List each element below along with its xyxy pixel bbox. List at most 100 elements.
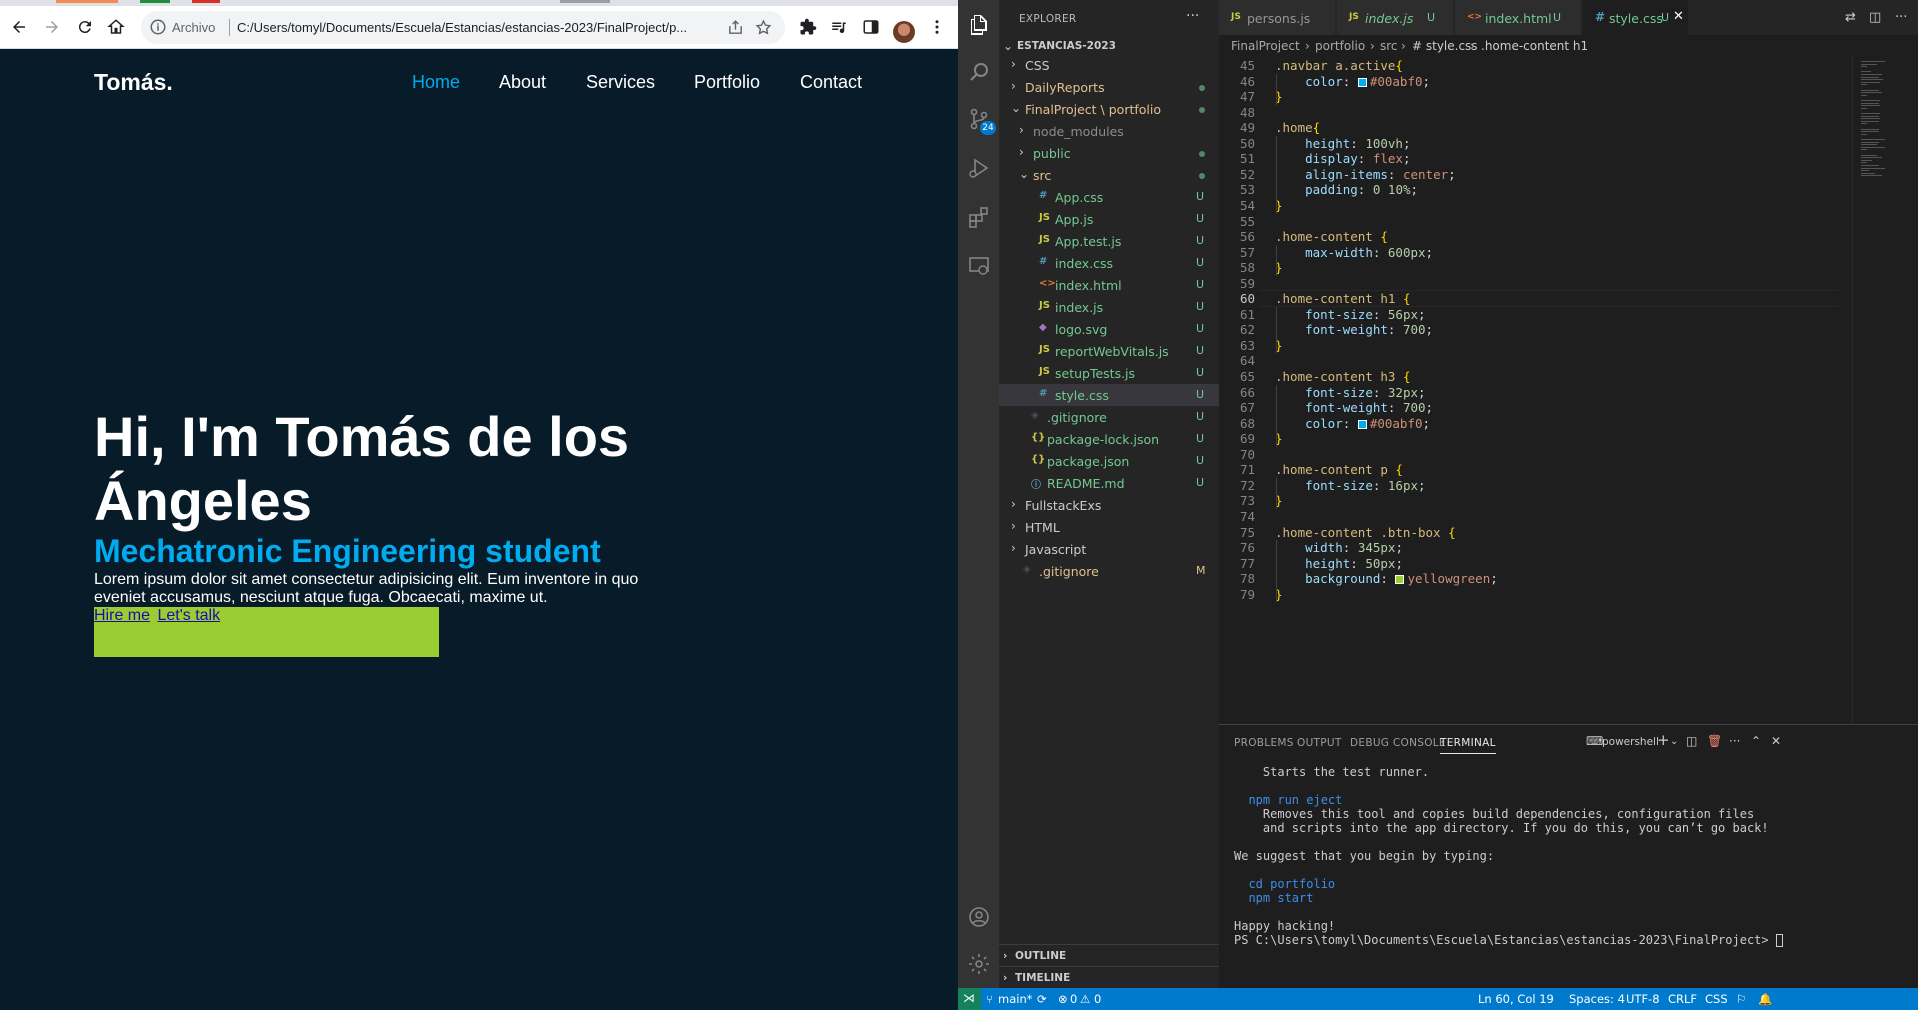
tree-item[interactable]: JS App.test.js U (999, 230, 1219, 252)
tree-item[interactable]: {} package.json U (999, 450, 1219, 472)
browser-tab-indicator[interactable] (560, 0, 610, 3)
tree-item[interactable]: ⌄ FinalProject \ portfolio (999, 98, 1219, 120)
nav-contact[interactable]: Contact (800, 72, 862, 93)
code-line[interactable]: font-weight: 700; (1275, 400, 1433, 415)
error-count[interactable]: 0 (1070, 992, 1077, 1006)
info-icon[interactable] (149, 18, 167, 36)
tab-terminal[interactable]: TERMINAL (1440, 737, 1496, 754)
tab-debug-console[interactable]: DEBUG CONSOLE (1350, 737, 1446, 749)
site-logo[interactable]: Tomás. (94, 69, 173, 96)
profile-avatar[interactable] (893, 21, 915, 43)
indentation[interactable]: Spaces: 4 (1569, 992, 1625, 1006)
tree-item[interactable]: JS setupTests.js U (999, 362, 1219, 384)
browser-tab-indicator[interactable] (56, 0, 118, 3)
tree-item[interactable]: › HTML (999, 516, 1219, 538)
browser-menu-button[interactable] (924, 14, 950, 40)
accounts-activity[interactable] (958, 895, 999, 939)
code-line[interactable]: font-size: 56px; (1275, 307, 1425, 322)
maximize-panel-icon[interactable]: ⌃ (1751, 734, 1761, 748)
breadcrumb-item[interactable]: # style.css (1412, 39, 1478, 53)
tree-item[interactable]: ◈ .gitignore U (999, 406, 1219, 428)
split-editor-icon[interactable]: ◫ (1869, 10, 1881, 25)
source-control-activity[interactable]: 24 (958, 97, 999, 141)
chevron-down-icon[interactable]: ⌄ (1670, 736, 1678, 747)
close-tab-icon[interactable]: ✕ (1673, 9, 1684, 24)
code-line[interactable]: font-weight: 700; (1275, 322, 1433, 337)
tab-problems[interactable]: PROBLEMS (1234, 737, 1294, 749)
nav-portfolio[interactable]: Portfolio (694, 72, 760, 93)
remote-explorer-activity[interactable] (958, 244, 999, 288)
compare-changes-icon[interactable]: ⇄ (1845, 10, 1856, 25)
code-line[interactable]: .home{ (1275, 120, 1320, 135)
media-button[interactable] (826, 14, 852, 40)
tree-item[interactable]: › Javascript (999, 538, 1219, 560)
breadcrumb-item[interactable]: portfolio (1315, 39, 1365, 53)
line-ending[interactable]: CRLF (1668, 992, 1697, 1006)
tree-item[interactable]: JS reportWebVitals.js U (999, 340, 1219, 362)
tree-item[interactable]: ⌄ src (999, 164, 1219, 186)
run-debug-activity[interactable] (958, 146, 999, 190)
minimap[interactable] (1852, 57, 1918, 724)
tree-item[interactable]: <> index.html U (999, 274, 1219, 296)
explorer-activity[interactable] (958, 3, 999, 47)
tree-item[interactable]: # App.css U (999, 186, 1219, 208)
code-line[interactable]: .home-content h1 { (1275, 291, 1410, 306)
home-button[interactable] (103, 14, 129, 40)
nav-about[interactable]: About (499, 72, 546, 93)
forward-button[interactable] (39, 14, 65, 40)
tree-item[interactable]: › FullstackExs (999, 494, 1219, 516)
nav-services[interactable]: Services (586, 72, 655, 93)
breadcrumb-symbol[interactable]: .home-content h1 (1481, 39, 1588, 53)
code-editor[interactable]: 45 .navbar a.active{46 color: #00abf0; 47}… (1219, 57, 1839, 724)
split-terminal-icon[interactable]: ◫ (1686, 734, 1697, 748)
tree-item[interactable]: ⓘ README.md U (999, 472, 1219, 494)
timeline-section[interactable]: › TIMELINE (999, 966, 1219, 988)
warning-count[interactable]: 0 (1094, 992, 1101, 1006)
color-swatch[interactable] (1357, 77, 1367, 87)
tree-item[interactable]: › public (999, 142, 1219, 164)
extensions-activity[interactable] (958, 195, 999, 239)
tree-item[interactable]: ◆ logo.svg U (999, 318, 1219, 340)
code-line[interactable]: background: yellowgreen; (1275, 571, 1498, 586)
cursor-position[interactable]: Ln 60, Col 19 (1478, 992, 1554, 1006)
tab-output[interactable]: OUTPUT (1297, 737, 1342, 749)
code-line[interactable]: font-size: 16px; (1275, 478, 1425, 493)
address-bar[interactable]: Archivo C:/Users/tomyl/Documents/Escuela… (141, 11, 785, 44)
tree-item[interactable]: {} package-lock.json U (999, 428, 1219, 450)
tree-item[interactable]: › node_modules (999, 120, 1219, 142)
new-terminal-icon[interactable]: + (1657, 731, 1670, 749)
tab-persons-js[interactable]: JS persons.js (1219, 0, 1336, 35)
notifications-bell-icon[interactable]: 🔔 (1758, 992, 1772, 1006)
tree-item[interactable]: › DailyReports (999, 76, 1219, 98)
code-line[interactable]: .home-content { (1275, 229, 1388, 244)
code-line[interactable]: font-size: 32px; (1275, 385, 1425, 400)
outline-section[interactable]: › OUTLINE (999, 944, 1219, 966)
side-panel-button[interactable] (858, 14, 884, 40)
code-line[interactable]: .home-content h3 { (1275, 369, 1410, 384)
code-line[interactable]: color: #00abf0; (1275, 74, 1430, 89)
code-line[interactable]: display: flex; (1275, 151, 1410, 166)
code-line[interactable]: .home-content .btn-box { (1275, 525, 1456, 540)
more-actions-icon[interactable]: ··· (1186, 8, 1199, 24)
bookmark-star-icon[interactable] (755, 19, 772, 36)
code-line[interactable]: align-items: center; (1275, 167, 1456, 182)
share-icon[interactable] (727, 19, 744, 36)
extensions-button[interactable] (795, 14, 821, 40)
reload-button[interactable] (72, 14, 98, 40)
tree-item[interactable]: JS index.js U (999, 296, 1219, 318)
color-swatch[interactable] (1395, 575, 1405, 585)
nav-home[interactable]: Home (412, 72, 460, 93)
code-line[interactable]: height: 100vh; (1275, 136, 1410, 151)
browser-tab-indicator[interactable] (192, 0, 220, 3)
sync-icon[interactable]: ⟳ (1037, 992, 1047, 1006)
manage-activity[interactable] (958, 942, 999, 986)
language-mode[interactable]: CSS (1705, 992, 1728, 1006)
tree-item[interactable]: JS App.js U (999, 208, 1219, 230)
code-line[interactable]: width: 345px; (1275, 540, 1403, 555)
code-line[interactable]: max-width: 600px; (1275, 245, 1433, 260)
breadcrumb-item[interactable]: src (1380, 39, 1398, 53)
tree-item[interactable]: # style.css U (999, 384, 1219, 406)
remote-indicator[interactable]: ⋊ (958, 988, 981, 1010)
tree-item[interactable]: # index.css U (999, 252, 1219, 274)
tree-item[interactable]: ◈ .gitignore M (999, 560, 1219, 582)
